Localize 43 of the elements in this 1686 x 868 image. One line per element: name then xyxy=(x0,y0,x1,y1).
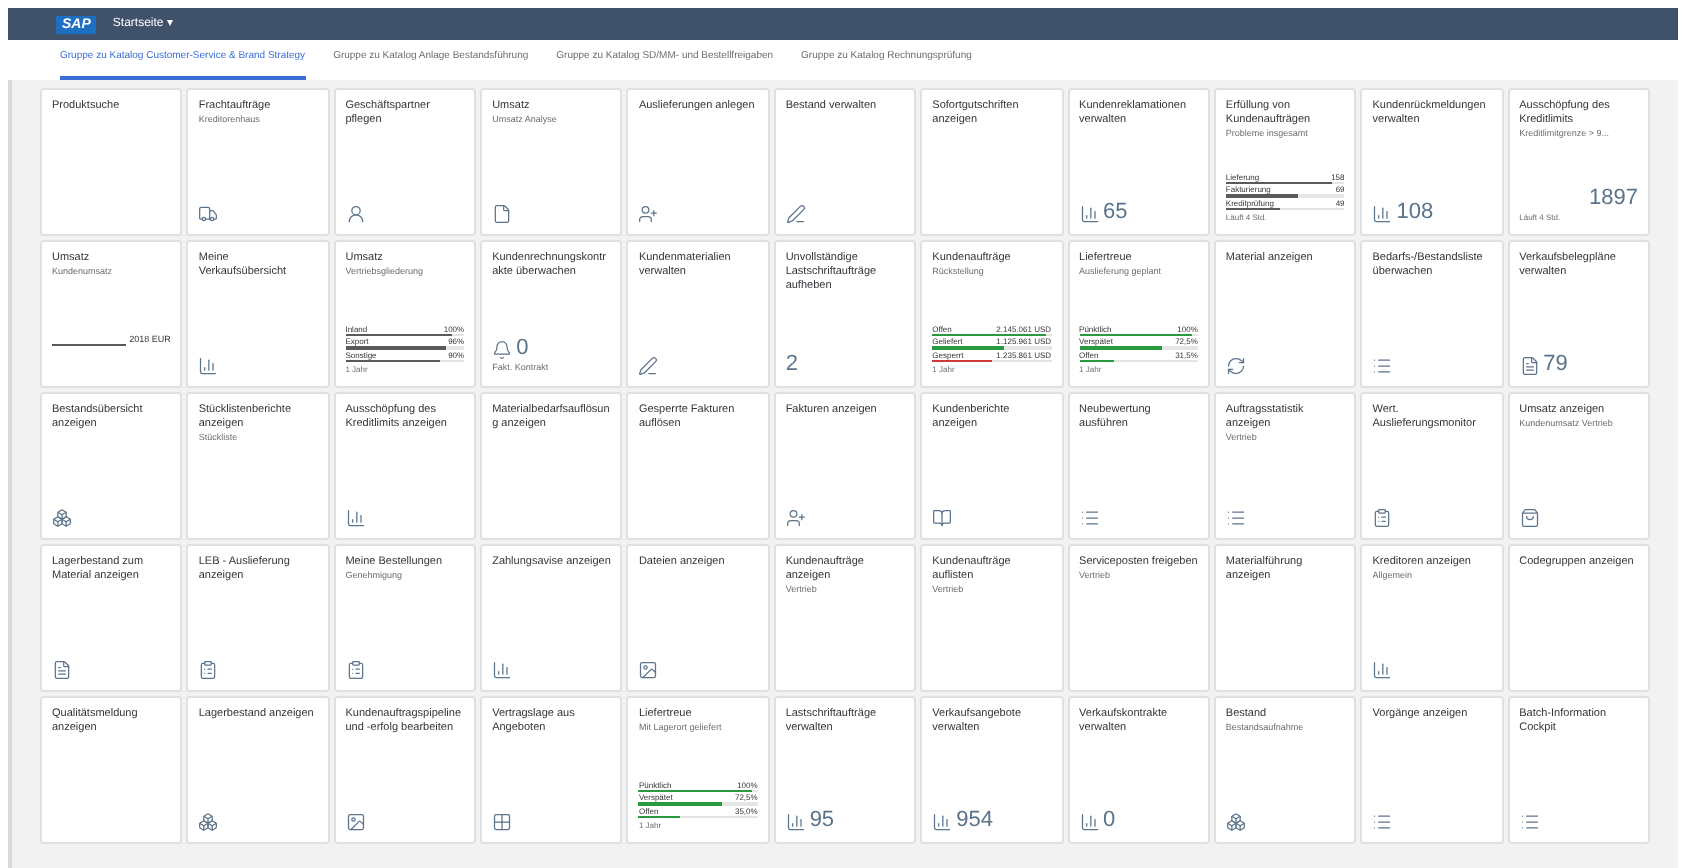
document-icon xyxy=(1519,356,1540,376)
bar-chart-icon xyxy=(198,356,219,376)
boxes-icon xyxy=(198,812,219,832)
clipboard-icon xyxy=(345,660,366,680)
refresh-icon xyxy=(1225,356,1246,376)
bar-chart-icon xyxy=(932,812,953,832)
tile-number: 954 xyxy=(956,810,994,832)
trend-line xyxy=(52,344,126,346)
person-add-icon xyxy=(785,508,806,528)
bar-chart-icon xyxy=(1372,660,1393,680)
bar-chart-icon xyxy=(492,660,513,680)
pen-icon xyxy=(785,204,806,224)
bar-chart-icon xyxy=(1079,204,1100,224)
bar-chart-icon xyxy=(1372,204,1393,224)
tile-number: 95 xyxy=(809,810,835,832)
grid-icon xyxy=(492,812,513,832)
tile-number: 108 xyxy=(1396,202,1434,224)
tile-number: 1897 xyxy=(1589,188,1638,210)
image-icon xyxy=(345,812,366,832)
truck-icon xyxy=(198,204,219,224)
bar-chart-icon xyxy=(345,508,366,528)
document-icon xyxy=(492,204,513,224)
list-icon xyxy=(1372,812,1393,832)
tile-number: 2 xyxy=(785,354,798,376)
clipboard-icon xyxy=(198,660,219,680)
bell-icon xyxy=(492,340,513,361)
tile-number: 65 xyxy=(1103,202,1128,224)
tile-number: 79 xyxy=(1543,354,1568,376)
list-icon xyxy=(1372,356,1393,376)
bar-chart-icon xyxy=(1079,812,1100,832)
tile-number: 0 xyxy=(1103,810,1116,832)
boxes-icon xyxy=(52,508,72,528)
person-add-icon xyxy=(638,204,659,224)
bag-icon xyxy=(1519,508,1540,528)
document-icon xyxy=(52,660,72,680)
clipboard-icon xyxy=(1372,508,1393,528)
book-icon xyxy=(932,508,953,528)
boxes-icon xyxy=(1225,812,1246,832)
pen-icon xyxy=(638,356,659,376)
user-icon xyxy=(345,204,366,224)
tile-number: 0 xyxy=(516,338,529,361)
image-icon xyxy=(638,660,659,680)
bar-chart-icon xyxy=(785,812,806,832)
